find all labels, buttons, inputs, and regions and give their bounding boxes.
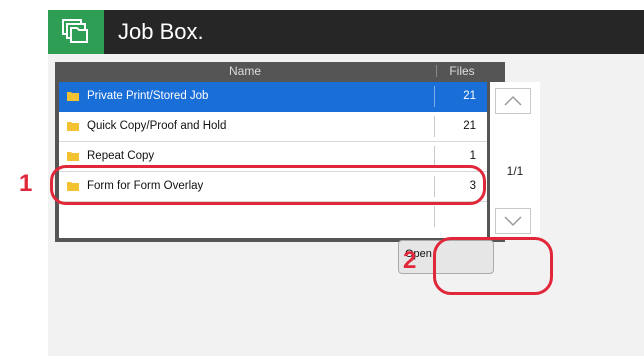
page-indicator: 1/1: [506, 164, 524, 178]
list-item[interactable]: Quick Copy/Proof and Hold 21: [59, 112, 487, 142]
job-box-icon: [48, 10, 104, 54]
chevron-down-icon: [504, 216, 522, 227]
list-item-files: 21: [463, 120, 476, 132]
callout-number-2: 2: [403, 247, 417, 274]
callout-highlight-open: [433, 237, 553, 295]
column-divider: [434, 206, 435, 227]
box-list: Private Print/Stored Job 21 Quick Copy/P…: [59, 82, 487, 238]
column-header-files[interactable]: Files: [437, 64, 487, 78]
list-item[interactable]: Private Print/Stored Job 21: [59, 82, 487, 112]
page-title: Job Box.: [118, 19, 204, 44]
list-item-name: Private Print/Stored Job: [87, 90, 209, 102]
list-item-files: 1: [469, 150, 476, 162]
chevron-up-icon: [504, 95, 522, 106]
scroll-down-button[interactable]: [495, 208, 531, 234]
scroll-up-button[interactable]: [495, 88, 531, 114]
folder-icon: [67, 92, 79, 101]
list-item-name: Quick Copy/Proof and Hold: [87, 120, 227, 132]
list-item-name: Repeat Copy: [87, 150, 155, 162]
column-header-name[interactable]: Name: [55, 64, 435, 78]
callout-number-1: 1: [19, 170, 33, 197]
folder-icon: [67, 122, 79, 131]
title-bar: Job Box.: [48, 10, 644, 54]
job-box-list-panel: Name Files Private Print/Stored Job 21 Q…: [55, 62, 540, 242]
list-header: Name Files: [55, 62, 505, 80]
folder-icon: [67, 152, 79, 161]
callout-highlight-row: [50, 165, 486, 205]
list-item-files: 21: [463, 90, 476, 102]
empty-list-row: [59, 202, 487, 231]
